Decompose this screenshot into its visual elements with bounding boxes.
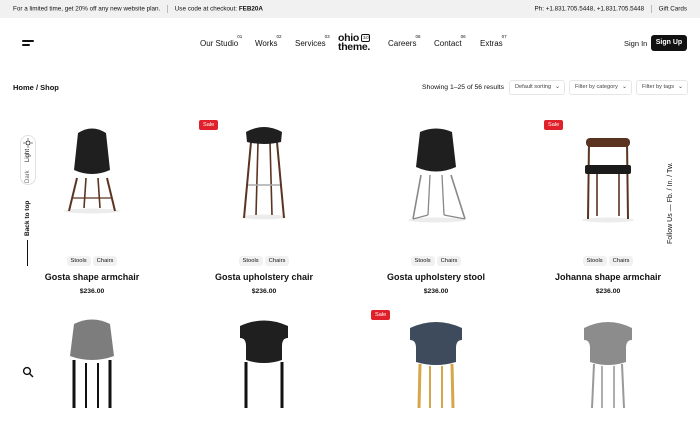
nav-services[interactable]: Services 03 [295, 34, 330, 48]
product-title[interactable]: Gosta upholstery stool [350, 272, 522, 282]
product-title[interactable]: Johanna shape armchair [522, 272, 694, 282]
nav-careers[interactable]: Careers 06 [388, 34, 420, 48]
chevron-down-icon: ⌄ [621, 84, 627, 90]
tag-link[interactable]: Stools [66, 256, 91, 266]
nav-number: 02 [276, 34, 282, 39]
menu-icon[interactable] [22, 40, 34, 48]
tag-link[interactable]: Chairs [608, 256, 634, 266]
product-image[interactable] [178, 318, 350, 428]
nav-number: 01 [237, 34, 243, 39]
gift-cards-link[interactable]: Gift Cards [659, 6, 687, 13]
product-tags: Stools Chairs [522, 256, 694, 266]
nav-our-studio[interactable]: Our Studio 01 [200, 34, 242, 48]
product-tags: Stools Chairs [178, 256, 350, 266]
topbar-right: Ph: +1.831.705.5448, +1.831.705.5448 Gif… [535, 5, 687, 13]
divider [167, 5, 168, 13]
sale-badge: Sale [199, 120, 219, 130]
nav-label: Careers [388, 39, 417, 48]
tag-link[interactable]: Chairs [264, 256, 290, 266]
nav-label: Our Studio [200, 39, 239, 48]
breadcrumb-current: Shop [40, 83, 59, 92]
product-image[interactable] [6, 318, 178, 428]
product-title[interactable]: Gosta shape armchair [6, 272, 178, 282]
product-image[interactable] [350, 120, 522, 230]
chevron-down-icon: ⌄ [554, 84, 560, 90]
product-tags: Stools Chairs [350, 256, 522, 266]
chevron-down-icon: ⌄ [677, 84, 683, 90]
nav-number: 06 [415, 34, 421, 39]
tag-link[interactable]: Chairs [436, 256, 462, 266]
phone-numbers[interactable]: Ph: +1.831.705.5448, +1.831.705.5448 [535, 6, 645, 13]
breadcrumb-sep: / [35, 83, 39, 92]
product-image[interactable] [350, 318, 522, 428]
product-price: $236.00 [251, 288, 277, 295]
nav-works[interactable]: Works 02 [255, 34, 282, 48]
results-count: Showing 1–25 of 56 results [422, 84, 504, 91]
nav-number: 07 [501, 34, 507, 39]
sort-value: Default sorting [515, 84, 552, 90]
promo-code-label: Use code at checkout: [174, 5, 238, 13]
nav-number: 03 [324, 34, 330, 39]
tags-value: Filter by tags [642, 84, 675, 90]
nav-label: Contact [434, 39, 462, 48]
logo-line2: theme. [338, 41, 371, 53]
sale-badge: Sale [371, 310, 391, 320]
tag-link[interactable]: Chairs [92, 256, 118, 266]
site-header: Our Studio 01 Works 02 Services 03 ohio 3.0 … [0, 18, 700, 68]
nav-contact[interactable]: Contact 06 [434, 34, 466, 48]
product-price: $236.00 [595, 288, 621, 295]
sign-up-button[interactable]: Sign Up [651, 35, 687, 51]
category-filter[interactable]: Filter by category ⌄ [569, 80, 632, 95]
product-image[interactable] [522, 120, 694, 230]
product-image[interactable] [522, 318, 694, 428]
divider [650, 5, 652, 13]
announcement-bar: For a limited time, get 20% off any new … [0, 0, 700, 18]
category-value: Filter by category [575, 84, 618, 90]
breadcrumb-home[interactable]: Home [13, 83, 34, 92]
nav-number: 06 [460, 34, 466, 39]
sort-select[interactable]: Default sorting ⌄ [509, 80, 565, 95]
promo-code: FEB20A [238, 5, 263, 13]
tag-link[interactable]: Stools [238, 256, 263, 266]
promo-text: For a limited time, get 20% off any new … [13, 5, 161, 13]
tag-link[interactable]: Stools [410, 256, 435, 266]
sale-badge: Sale [544, 120, 564, 130]
nav-extras[interactable]: Extras 07 [480, 34, 507, 48]
tags-filter[interactable]: Filter by tags ⌄ [636, 80, 688, 95]
site-logo[interactable]: ohio 3.0 theme. [338, 33, 371, 53]
sign-in-link[interactable]: Sign In [624, 39, 647, 48]
product-title[interactable]: Gosta upholstery chair [178, 272, 350, 282]
product-image[interactable] [6, 120, 178, 230]
tag-link[interactable]: Stools [582, 256, 607, 266]
product-price: $236.00 [79, 288, 105, 295]
product-tags: Stools Chairs [6, 256, 178, 266]
product-image[interactable] [178, 120, 350, 230]
nav-label: Services [295, 39, 326, 48]
promo-message: For a limited time, get 20% off any new … [13, 5, 263, 13]
nav-label: Extras [480, 39, 503, 48]
product-price: $236.00 [423, 288, 449, 295]
nav-label: Works [255, 39, 278, 48]
breadcrumb: Home / Shop [13, 83, 59, 92]
